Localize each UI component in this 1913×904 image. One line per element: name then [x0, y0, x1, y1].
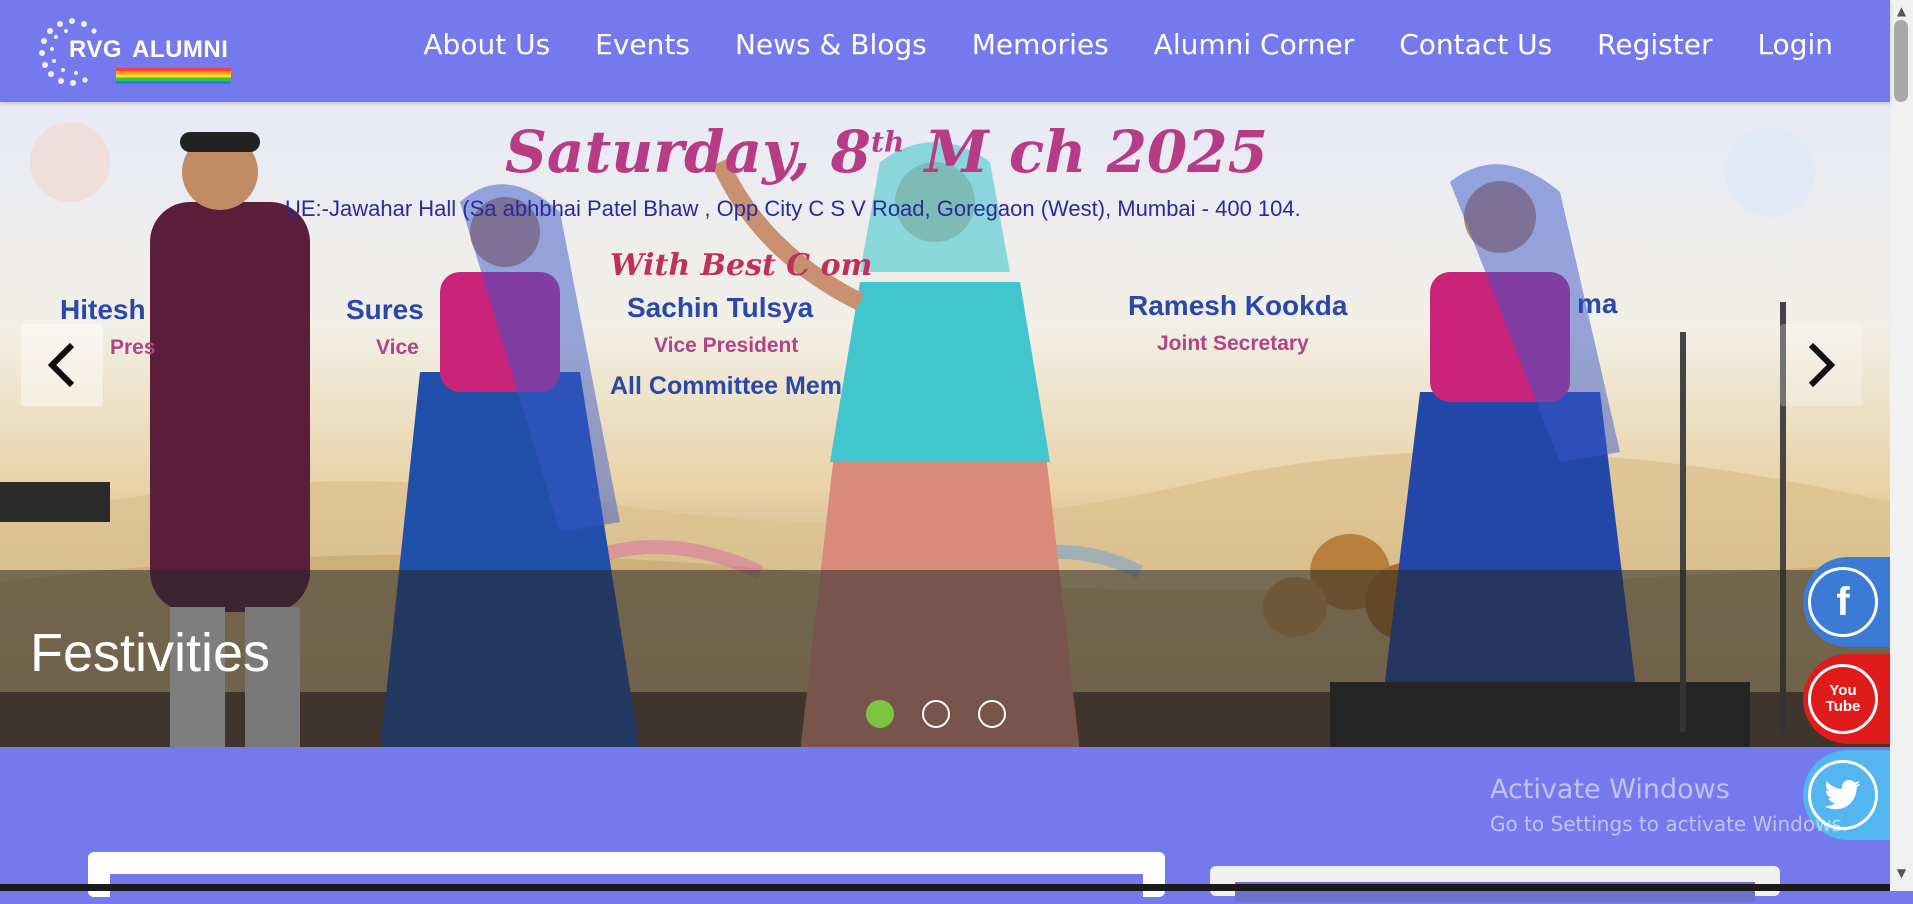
- nav-alumni-corner[interactable]: Alumni Corner: [1154, 28, 1355, 61]
- youtube-glyph: You Tube: [1825, 682, 1861, 715]
- banner-date: Saturday, 8th M ch 2025: [505, 118, 1268, 186]
- banner-person-role: Vice President: [654, 334, 799, 357]
- youtube-icon: You Tube: [1808, 664, 1878, 734]
- facebook-icon: f: [1808, 567, 1878, 637]
- youtube-button[interactable]: You Tube: [1803, 654, 1893, 744]
- top-navbar: RVG ALUMNI About Us Events News & Blogs M…: [0, 0, 1890, 102]
- bottom-edge-bar: [0, 884, 1890, 891]
- banner-venue: UE:-Jawahar Hall (Sa abhbhai Patel Bhaw …: [285, 196, 1301, 221]
- slider-prev-button[interactable]: [21, 324, 103, 406]
- banner-wish: With Best C om: [610, 248, 873, 283]
- page-scrollbar[interactable]: ▲ ▼: [1890, 0, 1913, 891]
- slider-dot-3[interactable]: [978, 700, 1006, 728]
- banner-person-name: ma: [1577, 288, 1618, 319]
- nav-memories[interactable]: Memories: [972, 28, 1109, 61]
- hero-slider: Saturday, 8th M ch 2025 UE:-Jawahar Hall…: [0, 102, 1890, 747]
- banner-date-sup: th: [871, 125, 905, 159]
- logo-text: RVG ALUMNI: [69, 36, 228, 64]
- banner-date-post: M ch 2025: [904, 118, 1269, 186]
- facebook-button[interactable]: f: [1803, 557, 1893, 647]
- slide-caption: Festivities: [30, 623, 271, 683]
- nav-login[interactable]: Login: [1757, 28, 1833, 61]
- chevron-right-icon: [1808, 342, 1836, 388]
- facebook-glyph: f: [1836, 579, 1850, 624]
- slider-next-button[interactable]: [1780, 324, 1862, 406]
- banner-committee: All Committee Mem: [610, 372, 842, 400]
- nav-events[interactable]: Events: [595, 28, 690, 61]
- site-logo[interactable]: RVG ALUMNI: [36, 15, 236, 87]
- banner-person-role: Joint Secretary: [1157, 332, 1309, 355]
- banner-person-role: Vice: [376, 336, 419, 359]
- logo-text-alt: ALUMNI: [132, 36, 229, 63]
- slider-dot-2[interactable]: [922, 700, 950, 728]
- scroll-down-arrow-icon[interactable]: ▼: [1890, 866, 1913, 880]
- activate-windows-title: Activate Windows: [1490, 774, 1730, 805]
- nav-news-blogs[interactable]: News & Blogs: [735, 28, 927, 61]
- banner-person-name: Sachin Tulsya: [627, 292, 814, 323]
- activate-windows-subtitle: Go to Settings to activate Windows.: [1490, 812, 1849, 836]
- chevron-left-icon: [47, 342, 75, 388]
- banner-person-name: Hitesh: [60, 294, 146, 325]
- content-card-right: [1210, 866, 1780, 902]
- nav-register[interactable]: Register: [1597, 28, 1712, 61]
- twitter-bird-icon: [1825, 780, 1861, 810]
- scroll-thumb[interactable]: [1894, 20, 1908, 102]
- logo-text-main: RVG: [69, 36, 123, 63]
- banner-person-name: Sures: [346, 294, 424, 325]
- banner-person-role: Pres: [110, 336, 156, 359]
- logo-rainbow-stripe: [116, 68, 231, 84]
- slider-dots: [866, 700, 1006, 728]
- scroll-up-arrow-icon[interactable]: ▲: [1890, 4, 1913, 18]
- main-nav: About Us Events News & Blogs Memories Al…: [378, 28, 1833, 61]
- nav-about-us[interactable]: About Us: [423, 28, 550, 61]
- slider-dot-1[interactable]: [866, 700, 894, 728]
- banner-person-name: Ramesh Kookda: [1128, 290, 1348, 321]
- banner-date-pre: Saturday, 8: [505, 118, 872, 186]
- nav-contact-us[interactable]: Contact Us: [1399, 28, 1552, 61]
